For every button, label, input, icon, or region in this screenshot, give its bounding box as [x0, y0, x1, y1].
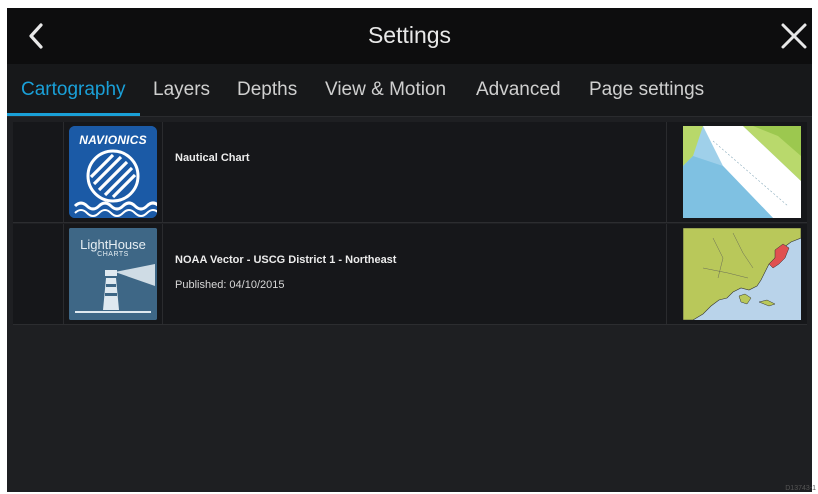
lighthouse-logo: LightHouse CHARTS — [69, 228, 157, 320]
navionics-logo: NAVIONICS — [69, 126, 157, 218]
row-gutter — [13, 224, 64, 324]
tab-cartography[interactable]: Cartography — [21, 79, 126, 101]
chart-name: Nautical Chart — [175, 152, 250, 164]
thumbnail-cell — [666, 122, 808, 222]
figure-code: D13743-1 — [785, 485, 816, 492]
tab-advanced[interactable]: Advanced — [476, 79, 561, 101]
published-date: Published: 04/10/2015 — [175, 279, 285, 291]
close-button[interactable] — [778, 20, 810, 52]
tab-view-motion[interactable]: View & Motion — [325, 79, 446, 101]
north-america-map-thumbnail — [683, 228, 801, 320]
close-icon — [781, 23, 807, 49]
logo-cell: LightHouse CHARTS — [64, 224, 163, 324]
chart-row-navionics[interactable]: NAVIONICS Nautical Chart — [13, 122, 807, 223]
active-tab-indicator — [7, 113, 140, 116]
logo-cell: NAVIONICS — [64, 122, 163, 222]
title-bar: Settings — [7, 8, 812, 64]
tab-layers[interactable]: Layers — [153, 79, 210, 101]
row-gutter — [13, 122, 64, 222]
nautical-chart-thumbnail — [683, 126, 801, 218]
lighthouse-logo-subtext: CHARTS — [97, 251, 129, 258]
settings-screen: Settings Cartography Layers Depths View … — [7, 8, 812, 492]
lighthouse-logo-text: LightHouse — [80, 237, 146, 252]
page-title: Settings — [367, 22, 452, 48]
tab-page-settings[interactable]: Page settings — [589, 79, 704, 101]
chart-name: NOAA Vector - USCG District 1 - Northeas… — [175, 254, 397, 266]
tab-depths[interactable]: Depths — [237, 79, 297, 101]
tab-bar: Cartography Layers Depths View & Motion … — [7, 64, 812, 117]
navionics-logo-text: NAVIONICS — [79, 133, 147, 147]
chart-row-lighthouse[interactable]: LightHouse CHARTS NOAA Vector - USCG Dis… — [13, 224, 807, 325]
thumbnail-cell — [666, 224, 808, 324]
